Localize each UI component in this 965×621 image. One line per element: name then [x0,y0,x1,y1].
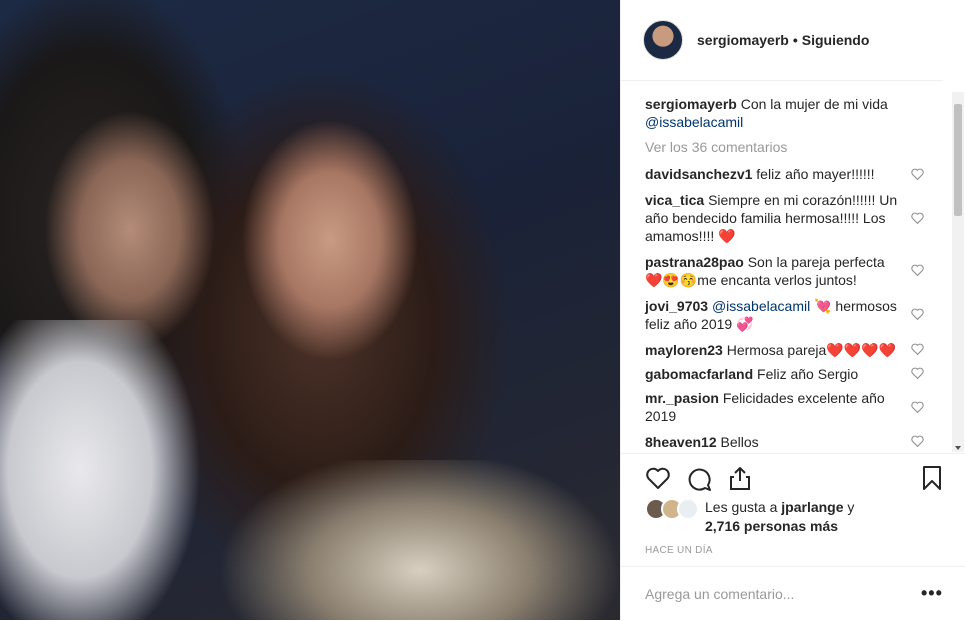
post-timestamp[interactable]: HACE UN DÍA [645,545,713,556]
comment-like-heart-icon[interactable] [911,400,925,414]
action-bar [621,453,965,491]
follow-button[interactable]: Siguiendo [802,32,870,48]
comment-text: Hermosa pareja❤️❤️❤️❤️ [726,342,897,358]
comment: davidsanchezv1 feliz año mayer!!!!!! [645,165,900,183]
liker-avatars[interactable] [645,498,699,520]
likes-summary: Les gusta a jparlange y 2,716 personas m… [705,498,854,536]
comments-scrollbar[interactable] [952,92,964,452]
comment: jovi_9703 @issabelacamil 💘 hermosos feli… [645,297,900,333]
comment: pastrana28pao Son la pareja perfecta ❤️😍… [645,253,900,289]
comment-username[interactable]: vica_tica [645,192,704,208]
likes-prefix: Les gusta a [705,499,778,515]
comment-like-heart-icon[interactable] [911,263,925,277]
avatar [677,498,699,520]
comment-like-heart-icon[interactable] [911,342,925,356]
caption-text: Con la mujer de mi vida [740,96,888,112]
comment: gabomacfarland Feliz año Sergio [645,365,900,383]
comments-list[interactable]: sergiomayerb Con la mujer de mi vida @is… [621,81,965,453]
share-upload-icon[interactable] [728,465,752,494]
likes-suffix: y [847,499,855,515]
caption-mention[interactable]: @issabelacamil [645,114,743,130]
avatar[interactable] [643,20,683,60]
comment-username[interactable]: pastrana28pao [645,254,744,270]
comment: mr._pasion Felicidades excelente año 201… [645,389,900,425]
comment: mayloren23 Hermosa pareja❤️❤️❤️❤️ [645,341,900,359]
header-username[interactable]: sergiomayerb [697,32,789,48]
scrollbar-thumb[interactable] [954,104,962,216]
comment: vica_tica Siempre en mi corazón!!!!!! Un… [645,191,900,245]
speech-bubble-icon[interactable] [686,466,712,495]
comment-text: feliz año mayer!!!!!! [756,166,875,182]
comment-mention[interactable]: @issabelacamil [712,298,810,314]
photo-shirt-region [0,320,200,620]
comment-like-heart-icon[interactable] [911,434,925,448]
comment-username[interactable]: jovi_9703 [645,298,708,314]
comment-text: Bellos [720,434,759,450]
post-sidebar: sergiomayerb • Siguiendo sergiomayerb Co… [620,0,965,620]
comment-username[interactable]: mayloren23 [645,342,723,358]
comment-username[interactable]: gabomacfarland [645,366,753,382]
comment-like-heart-icon[interactable] [911,167,925,181]
comment-text: Feliz año Sergio [757,366,859,382]
comment-username[interactable]: 8heaven12 [645,434,717,450]
post-photo[interactable] [0,0,620,620]
comment-like-heart-icon[interactable] [911,307,925,321]
heart-outline-icon[interactable] [645,466,671,493]
comment: 8heaven12 Bellos [645,433,900,451]
likes-user-link[interactable]: jparlange [781,499,843,515]
photo-dress-region [220,460,620,620]
view-all-comments-link[interactable]: Ver los 36 comentarios [645,139,787,155]
bookmark-icon[interactable] [921,465,943,494]
more-options-icon[interactable]: ••• [921,583,943,604]
comment-like-heart-icon[interactable] [911,366,925,380]
comment-username[interactable]: davidsanchezv1 [645,166,752,182]
caption-username[interactable]: sergiomayerb [645,96,737,112]
header-separator: • [792,32,798,48]
post-header: sergiomayerb • Siguiendo [621,0,943,81]
comment-like-heart-icon[interactable] [911,211,925,225]
comment-input[interactable]: Agrega un comentario... [645,586,794,602]
comment-username[interactable]: mr._pasion [645,390,719,406]
caption: sergiomayerb Con la mujer de mi vida @is… [645,95,915,131]
add-comment-bar: Agrega un comentario... ••• [621,566,965,621]
likes-count-link[interactable]: 2,716 personas más [705,518,838,534]
scroll-down-arrow-icon[interactable] [955,446,961,450]
